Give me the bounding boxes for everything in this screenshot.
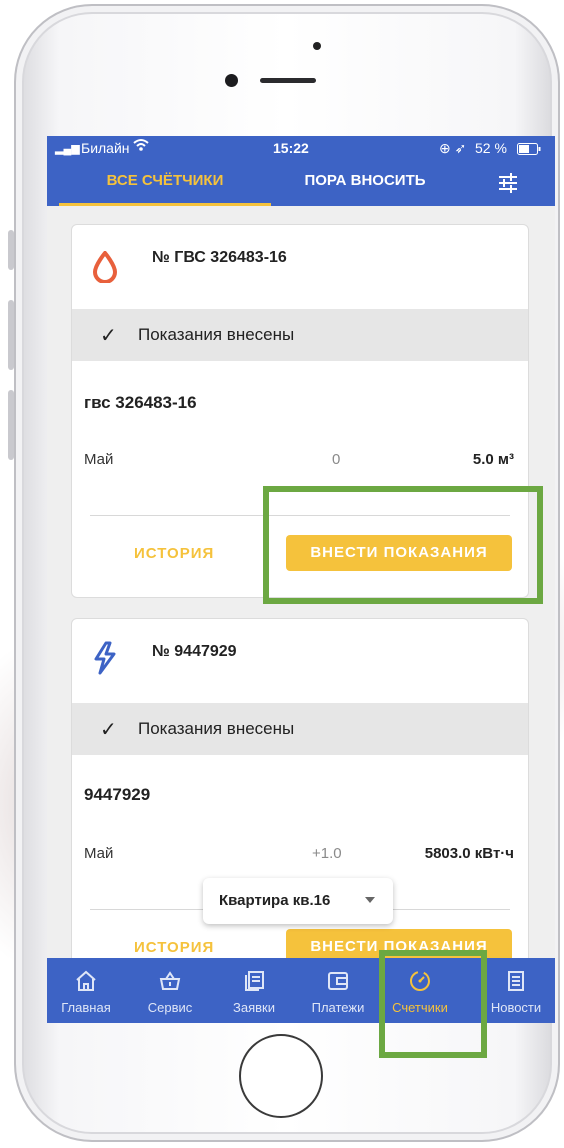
sliders-icon[interactable]: [495, 170, 521, 196]
phone-sensor: [313, 42, 321, 50]
reading-month: Май: [84, 845, 114, 862]
reading-delta: 0: [332, 451, 341, 468]
phone-volume-down: [8, 390, 14, 460]
home-button[interactable]: [239, 1034, 323, 1118]
water-drop-icon: [92, 249, 118, 288]
news-icon: [508, 971, 524, 991]
status-bar: ▂▄▆ Билайн 15:22 ⊕ ➶ 52 %: [47, 136, 555, 160]
lightning-icon: [92, 641, 118, 680]
status-band: ✓ Показания внесены: [72, 703, 528, 755]
nav-label: Платежи: [311, 1000, 365, 1015]
meter-title: № 9447929: [152, 643, 237, 660]
nav-news[interactable]: Новости: [477, 958, 555, 1023]
status-text: Показания внесены: [138, 719, 295, 738]
nav-label: Сервис: [147, 1000, 193, 1015]
apartment-selector[interactable]: Квартира кв.16: [203, 878, 393, 924]
highlight-frame: [379, 950, 487, 1058]
status-band: ✓ Показания внесены: [72, 309, 528, 361]
battery-icon: [517, 142, 541, 158]
front-camera: [225, 74, 238, 87]
nav-label: Главная: [61, 1000, 111, 1015]
chevron-down-icon: [365, 897, 375, 903]
tab-time-to-submit[interactable]: ПОРА ВНОСИТЬ: [271, 160, 459, 206]
nav-label: Заявки: [233, 1000, 275, 1015]
wallet-icon: [328, 972, 348, 990]
apartment-label: Квартира кв.16: [219, 892, 331, 909]
nav-home[interactable]: Главная: [47, 958, 125, 1023]
reading-delta: +1.0: [312, 845, 342, 862]
wifi-icon: [133, 138, 149, 155]
meter-name: гвс 326483-16: [84, 393, 197, 412]
top-tab-bar: ВСЕ СЧЁТЧИКИ ПОРА ВНОСИТЬ: [47, 160, 555, 206]
tab-all-meters[interactable]: ВСЕ СЧЁТЧИКИ: [59, 160, 271, 206]
reading-value: 5803.0 кВт·ч: [424, 845, 514, 862]
location-icon: ⊕ ➶: [439, 140, 467, 156]
requests-icon: [245, 971, 264, 991]
signal-icon: ▂▄▆: [55, 143, 80, 155]
basket-icon: [159, 971, 181, 990]
nav-payments[interactable]: Платежи: [299, 958, 377, 1023]
nav-service[interactable]: Сервис: [131, 958, 209, 1023]
phone-volume-up: [8, 300, 14, 370]
history-button[interactable]: ИСТОРИЯ: [134, 939, 214, 956]
highlight-frame: [263, 486, 543, 604]
meter-title: № ГВС 326483-16: [152, 249, 287, 266]
nav-label: Новости: [490, 1000, 542, 1015]
checkmark-icon: ✓: [100, 719, 117, 741]
checkmark-icon: ✓: [100, 325, 117, 347]
meter-name: 9447929: [84, 785, 151, 804]
status-text: Показания внесены: [138, 325, 295, 344]
earpiece-speaker: [260, 78, 316, 83]
reading-value: 5.0 м³: [472, 451, 514, 468]
history-button[interactable]: ИСТОРИЯ: [134, 545, 214, 562]
reading-month: Май: [84, 451, 114, 468]
battery-percent: 52 %: [475, 140, 507, 156]
clock: 15:22: [273, 140, 309, 156]
phone-mute-switch: [8, 230, 14, 270]
carrier-name: Билайн: [81, 140, 130, 156]
home-icon: [76, 970, 96, 991]
active-tab-indicator: [59, 203, 271, 206]
nav-requests[interactable]: Заявки: [215, 958, 293, 1023]
